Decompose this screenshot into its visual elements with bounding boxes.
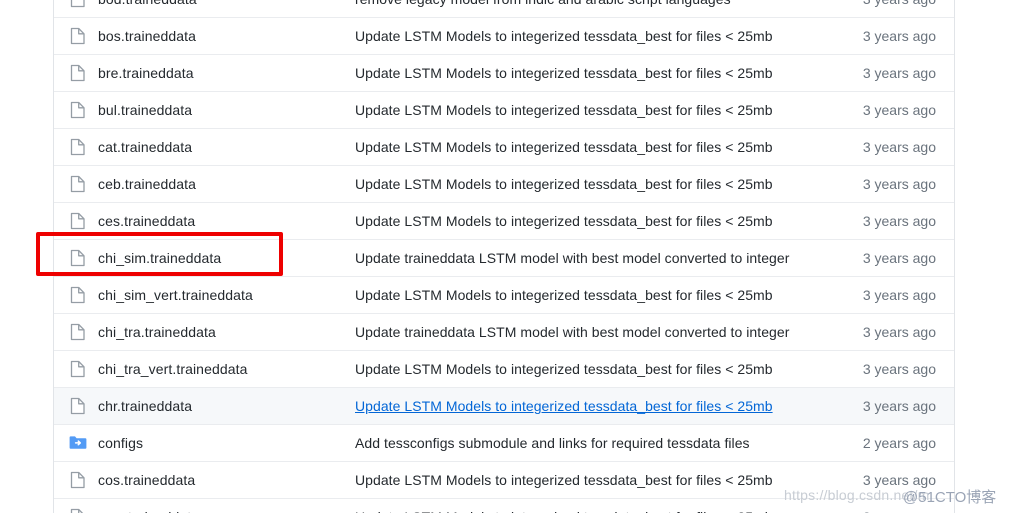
- commit-age: 3 years ago: [862, 398, 936, 414]
- commit-message-link[interactable]: Update LSTM Models to integerized tessda…: [355, 509, 804, 513]
- file-icon: [54, 138, 95, 156]
- file-name-link[interactable]: cos.traineddata: [95, 472, 355, 488]
- commit-age: 3 years ago: [862, 65, 936, 81]
- commit-message-link[interactable]: Update LSTM Models to integerized tessda…: [355, 213, 804, 229]
- file-name-link[interactable]: bos.traineddata: [95, 28, 355, 44]
- commit-age: 3 years ago: [804, 509, 954, 513]
- watermark-brand-text: @51CTO博客: [903, 489, 997, 506]
- file-name-link[interactable]: cym.traineddata: [95, 509, 355, 513]
- table-row[interactable]: chi_sim_vert.traineddata Update LSTM Mode…: [54, 276, 954, 313]
- commit-message-link[interactable]: Update LSTM Models to integerized tessda…: [355, 139, 804, 155]
- commit-age: 3 years ago: [862, 176, 936, 192]
- file-icon: [54, 323, 95, 341]
- table-row[interactable]: chr.traineddata Update LSTM Models to int…: [54, 387, 954, 424]
- commit-age: 3 years ago: [862, 324, 936, 340]
- file-icon: [54, 0, 95, 8]
- commit-message-link[interactable]: Update LSTM Models to integerized tessda…: [355, 472, 804, 488]
- commit-message-link[interactable]: Update LSTM Models to integerized tessda…: [355, 28, 804, 44]
- commit-message-link[interactable]: Update LSTM Models to integerized tessda…: [355, 65, 804, 81]
- file-name-link[interactable]: chr.traineddata: [95, 398, 355, 414]
- commit-message-link[interactable]: Update LSTM Models to integerized tessda…: [355, 176, 804, 192]
- commit-message-link[interactable]: remove legacy model from indic and arabi…: [355, 0, 804, 7]
- commit-message-link[interactable]: Update traineddata LSTM model with best …: [355, 324, 804, 340]
- file-name-link[interactable]: ces.traineddata: [95, 213, 355, 229]
- table-row[interactable]: bul.traineddata Update LSTM Models to int…: [54, 91, 954, 128]
- file-name-link[interactable]: cat.traineddata: [95, 139, 355, 155]
- file-name-link[interactable]: bod.traineddata: [95, 0, 355, 7]
- file-name-link[interactable]: ceb.traineddata: [95, 176, 355, 192]
- table-row[interactable]: chi_tra.traineddata Update traineddata LS…: [54, 313, 954, 350]
- file-icon: [54, 286, 95, 304]
- file-name-link[interactable]: chi_tra.traineddata: [95, 324, 355, 340]
- repository-file-table: bod.traineddataremove legacy model from …: [53, 0, 955, 513]
- file-name-link[interactable]: chi_tra_vert.traineddata: [95, 361, 355, 377]
- commit-message-link[interactable]: Update LSTM Models to integerized tessda…: [355, 287, 804, 303]
- table-row[interactable]: cat.traineddata Update LSTM Models to int…: [54, 128, 954, 165]
- commit-message-link[interactable]: Update LSTM Models to integerized tessda…: [355, 398, 804, 414]
- commit-age: 3 years ago: [862, 102, 936, 118]
- commit-age: 3 years ago: [804, 0, 954, 7]
- table-row[interactable]: chi_sim.traineddata Update traineddata LS…: [54, 239, 954, 276]
- commit-age: 3 years ago: [862, 139, 936, 155]
- file-icon: [54, 397, 95, 415]
- table-row[interactable]: ces.traineddata Update LSTM Models to int…: [54, 202, 954, 239]
- commit-message-link[interactable]: Update LSTM Models to integerized tessda…: [355, 361, 804, 377]
- table-row[interactable]: bre.traineddata Update LSTM Models to int…: [54, 54, 954, 91]
- commit-age: 3 years ago: [862, 28, 936, 44]
- table-row[interactable]: chi_tra_vert.traineddata Update LSTM Mode…: [54, 350, 954, 387]
- table-row[interactable]: bos.traineddata Update LSTM Models to int…: [54, 17, 954, 54]
- file-icon: [54, 212, 95, 230]
- commit-age: 3 years ago: [862, 213, 936, 229]
- file-icon: [54, 508, 95, 513]
- file-icon: [54, 471, 95, 489]
- file-name-link[interactable]: bre.traineddata: [95, 65, 355, 81]
- commit-message-link[interactable]: Update traineddata LSTM model with best …: [355, 250, 804, 266]
- file-name-link[interactable]: bul.traineddata: [95, 102, 355, 118]
- file-browser-screenshot: bod.traineddataremove legacy model from …: [0, 0, 1034, 513]
- file-icon: [54, 101, 95, 119]
- file-name-link[interactable]: chi_sim_vert.traineddata: [95, 287, 355, 303]
- commit-age: 3 years ago: [862, 250, 936, 266]
- file-name-link[interactable]: chi_sim.traineddata: [95, 250, 355, 266]
- file-icon: [54, 360, 95, 378]
- table-row[interactable]: configs Add tessconfigs submodule and lin…: [54, 424, 954, 461]
- commit-age: 2 years ago: [862, 435, 936, 451]
- table-row[interactable]: bod.traineddataremove legacy model from …: [54, 0, 954, 17]
- submodule-folder-icon: [54, 435, 95, 451]
- commit-message-link[interactable]: Add tessconfigs submodule and links for …: [355, 435, 804, 451]
- table-row[interactable]: ceb.traineddata Update LSTM Models to int…: [54, 165, 954, 202]
- file-name-link[interactable]: configs: [95, 435, 355, 451]
- file-icon: [54, 64, 95, 82]
- commit-age: 3 years ago: [862, 361, 936, 377]
- file-icon: [54, 175, 95, 193]
- file-icon: [54, 27, 95, 45]
- file-icon: [54, 249, 95, 267]
- commit-age: 3 years ago: [862, 287, 936, 303]
- commit-message-link[interactable]: Update LSTM Models to integerized tessda…: [355, 102, 804, 118]
